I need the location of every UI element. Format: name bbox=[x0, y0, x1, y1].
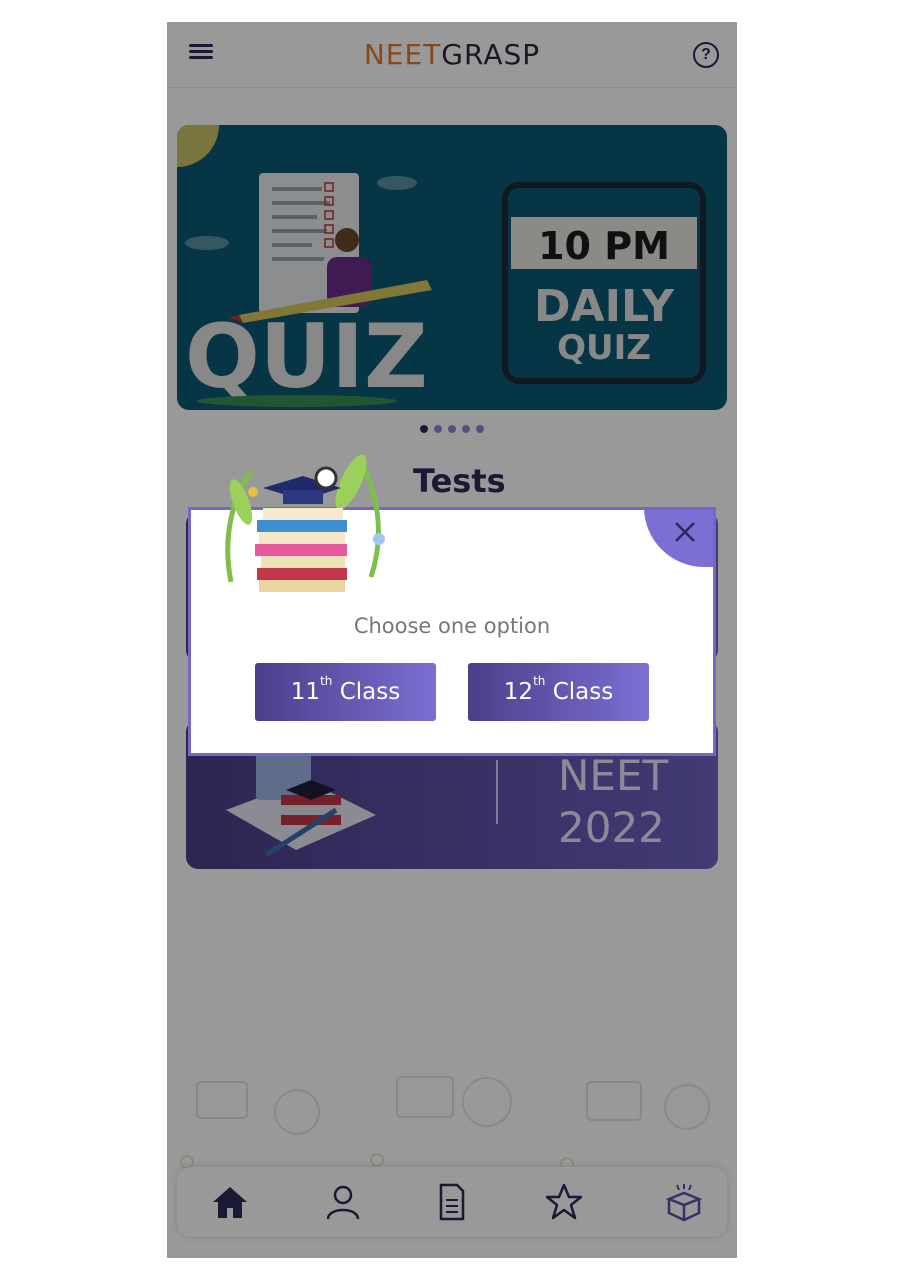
class-11-suffix: th bbox=[320, 674, 333, 688]
class-12-button[interactable]: 12th Class bbox=[468, 663, 649, 721]
class-12-suffix: th bbox=[533, 674, 546, 688]
dialog-prompt: Choose one option bbox=[353, 614, 551, 638]
app-screen: NEETGRASP ? QUIZ 10 PM DAILY QUIZ Tests … bbox=[167, 22, 737, 1258]
class-11-button[interactable]: 11th Class bbox=[255, 663, 436, 721]
close-x-icon[interactable] bbox=[671, 518, 699, 546]
class-12-word: Class bbox=[552, 679, 614, 705]
class-11-number: 11 bbox=[290, 679, 321, 705]
books-stack-illustration bbox=[225, 454, 385, 592]
class-12-number: 12 bbox=[503, 679, 534, 705]
class-11-word: Class bbox=[339, 679, 401, 705]
